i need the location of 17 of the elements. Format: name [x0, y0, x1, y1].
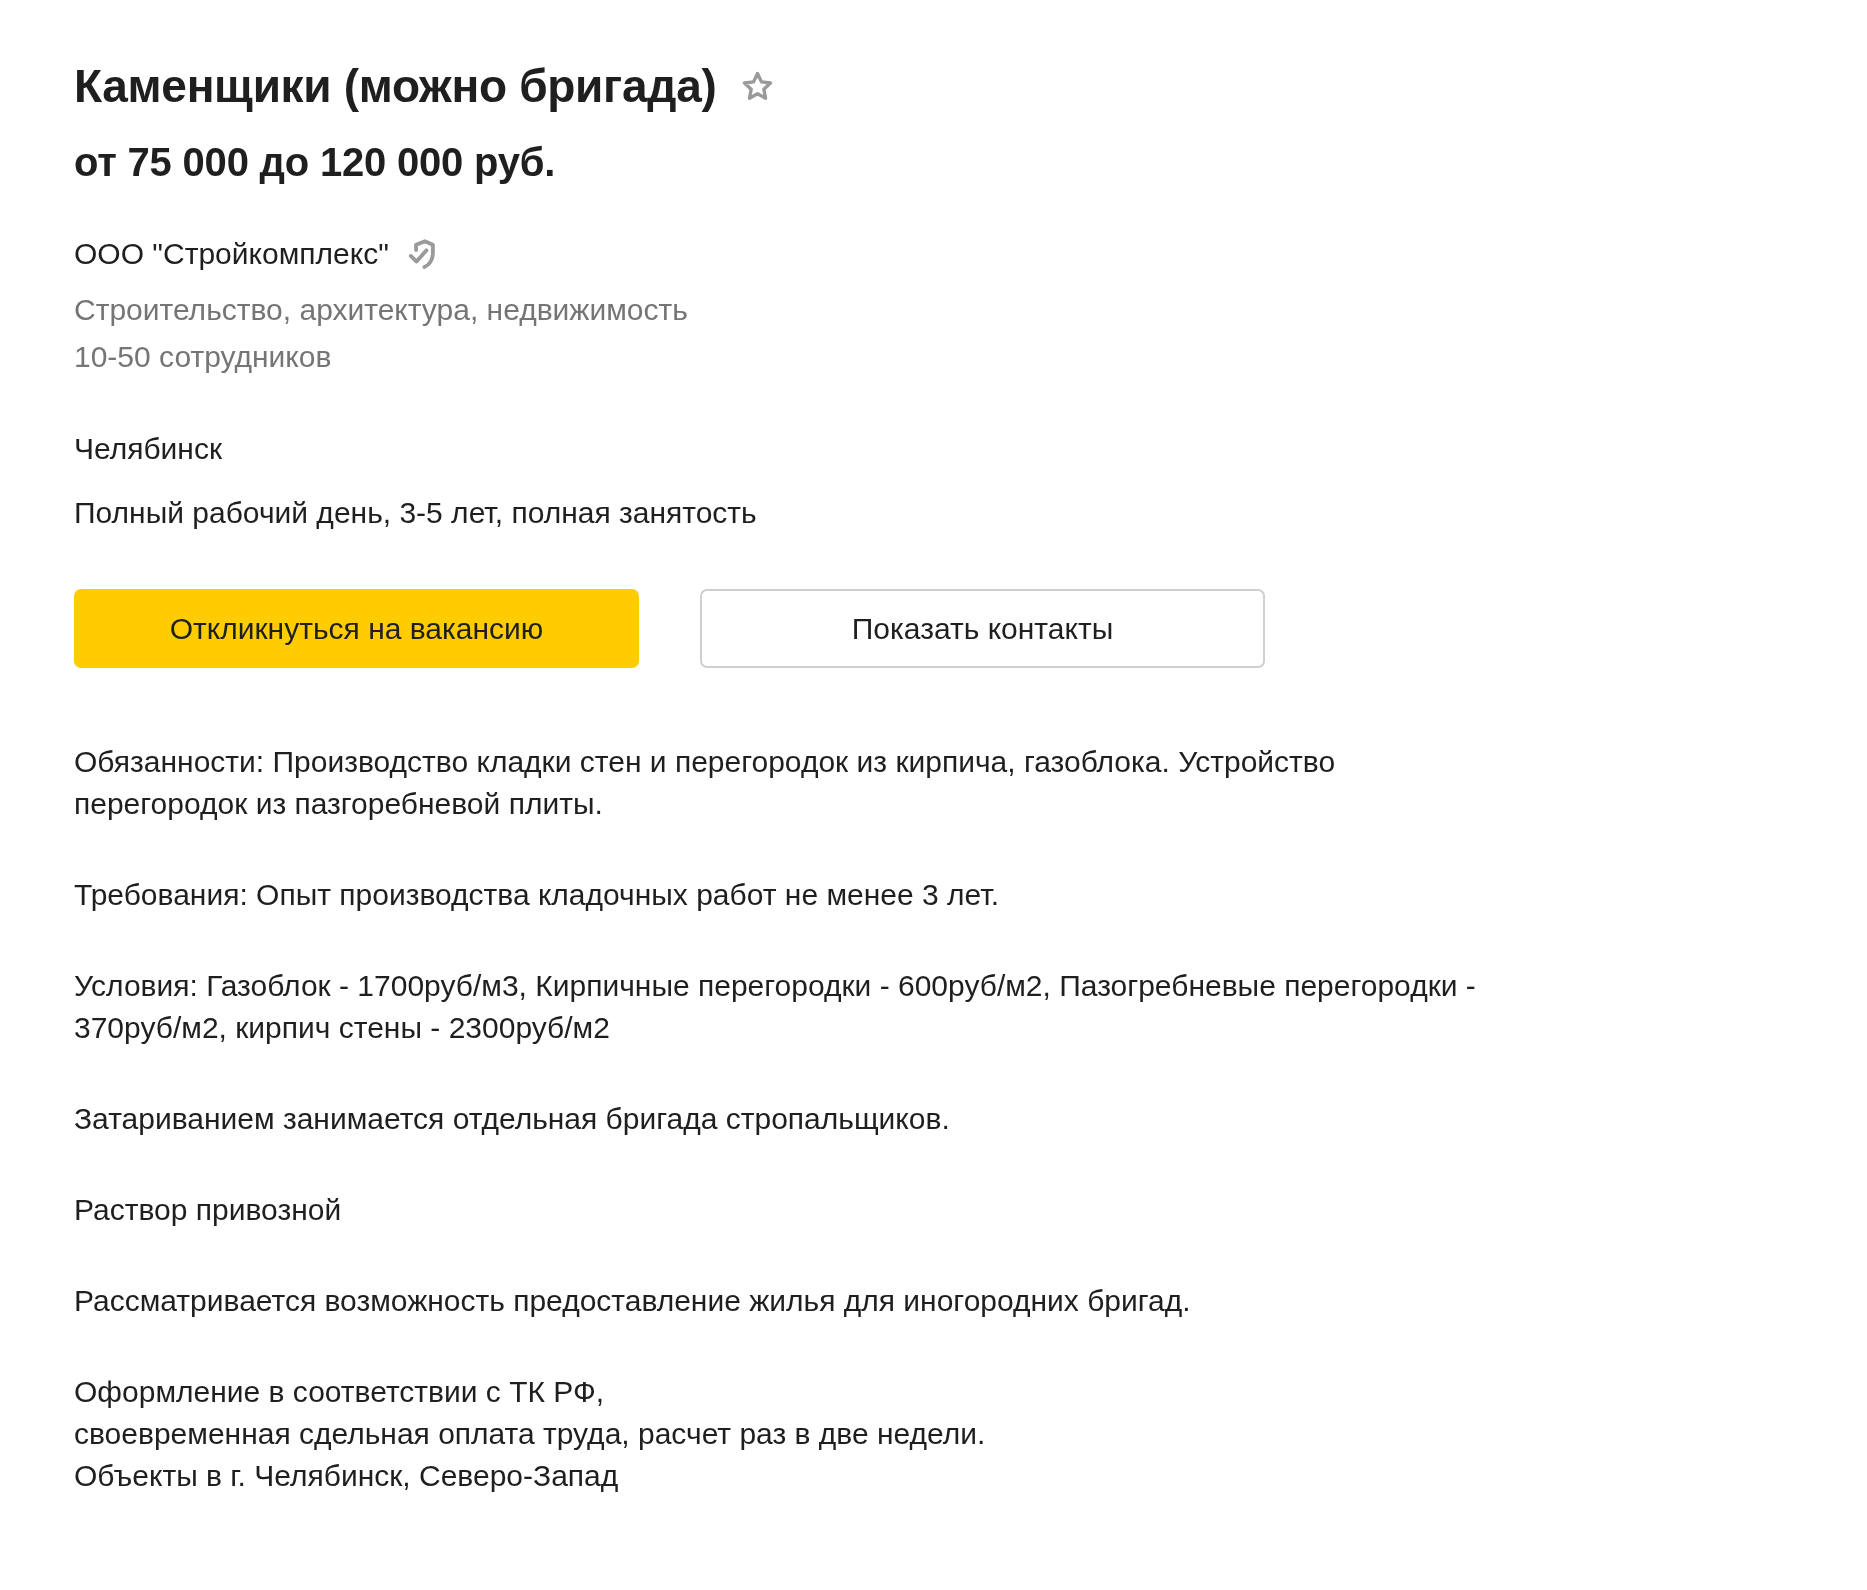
star-icon[interactable] [742, 70, 774, 102]
company-size: 10-50 сотрудников [74, 339, 333, 375]
vacancy-location: Челябинск [74, 431, 224, 467]
description-paragraph: Обязанности: Производство кладки стен и перегородок из кирпича, газоблока. Устройство перегородок из пазгоребневой плиты. [74, 744, 1337, 822]
show-contacts-button[interactable]: Показать контакты [700, 589, 1265, 668]
employment-terms: Полный рабочий день, 3-5 лет, полная занятость [74, 495, 758, 531]
company-industry: Строительство, архитектура, недвижимость [74, 292, 689, 328]
company-name[interactable]: ООО "Стройкомплекс" [74, 235, 389, 273]
vacancy-title: Каменщики (можно бригада) [74, 59, 717, 114]
description-paragraph: Затариванием занимается отдельная бригада стропальщиков. [74, 1101, 951, 1137]
description-paragraph: Раствор привозной [74, 1192, 343, 1228]
description-paragraph: Требования: Опыт производства кладочных работ не менее 3 лет. [74, 877, 1000, 913]
apply-button[interactable]: Откликнуться на вакансию [74, 589, 639, 668]
description-paragraph: Условия: Газоблок - 1700руб/м3, Кирпичные перегородки - 600руб/м2, Пазогребневые перегородки - 370руб/м2, кирпич стены - 2300руб/м2 [74, 968, 1477, 1046]
description-paragraph: Оформление в соответствии с ТК РФ, своевременная сдельная оплата труда, расчет раз в две недели. Объекты в г. Челябинск, Северо-Запад [74, 1374, 987, 1494]
description-paragraph: Рассматривается возможность предоставление жилья для иногородних бригад. [74, 1283, 1192, 1319]
salary: от 75 000 до 120 000 руб. [74, 139, 557, 186]
